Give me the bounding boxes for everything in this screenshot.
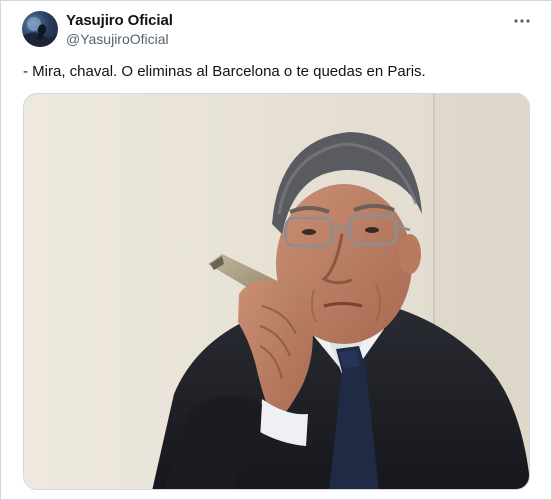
tweet-card[interactable]: Yasujiro Oficial @YasujiroOficial - Mira… xyxy=(0,0,552,500)
tweet-text: - Mira, chaval. O eliminas al Barcelona … xyxy=(23,63,426,80)
tweet-photo[interactable] xyxy=(23,93,530,490)
avatar-image xyxy=(22,17,58,47)
author-handle[interactable]: @YasujiroOficial xyxy=(66,31,169,47)
avatar[interactable] xyxy=(22,11,58,47)
more-options-button[interactable] xyxy=(509,10,535,32)
photo-man-on-phone xyxy=(24,94,529,489)
more-horizontal-icon xyxy=(514,19,530,23)
author-name[interactable]: Yasujiro Oficial xyxy=(66,12,173,29)
